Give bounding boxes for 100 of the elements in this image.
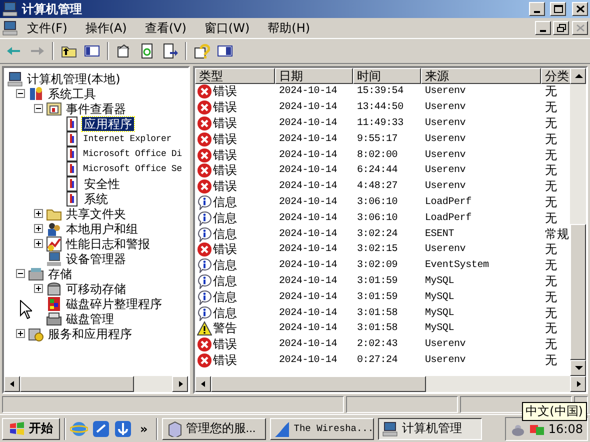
menu-item[interactable]: 帮助(H) <box>258 18 320 38</box>
expander-icon[interactable] <box>16 329 25 338</box>
log-icon <box>64 190 80 206</box>
refresh-icon[interactable] <box>139 43 155 59</box>
tree-item[interactable]: 磁盘管理 <box>64 312 116 326</box>
scrollbar-thumb[interactable] <box>570 224 586 360</box>
anchor-icon[interactable] <box>114 420 132 438</box>
event-source: Userenv <box>425 181 466 192</box>
taskbar-button[interactable]: 管理您的服... <box>162 418 266 440</box>
horizontal-scrollbar[interactable] <box>4 376 188 392</box>
tree-item[interactable]: 计算机管理(本地) <box>25 72 122 86</box>
tree-item[interactable]: 设备管理器 <box>64 252 128 266</box>
error-icon <box>197 242 212 258</box>
menu-item[interactable]: 操作(A) <box>76 18 136 38</box>
taskbar-button[interactable]: 计算机管理 <box>378 418 482 440</box>
restore-button[interactable] <box>553 21 569 35</box>
expander-icon[interactable] <box>16 269 25 278</box>
expander-icon[interactable] <box>34 239 43 248</box>
tree-item[interactable]: 安全性 <box>82 176 122 190</box>
info-icon <box>197 258 212 274</box>
tree-item[interactable]: 系统 <box>82 192 110 206</box>
warning-icon <box>197 321 212 336</box>
event-time: 11:49:33 <box>357 118 404 129</box>
expander-icon[interactable] <box>34 284 43 293</box>
export-icon[interactable] <box>162 43 178 59</box>
event-time: 3:01:58 <box>357 308 398 319</box>
desktop-icon[interactable] <box>92 420 110 438</box>
tree-item[interactable]: 应用程序 <box>82 116 134 130</box>
more-button[interactable]: » <box>136 422 152 436</box>
computer-icon <box>46 250 62 266</box>
scrollbar-thumb[interactable] <box>211 376 426 392</box>
tree-item[interactable]: 共享文件夹 <box>64 206 128 220</box>
maximize-icon <box>554 5 562 13</box>
event-category: 无 <box>545 194 557 209</box>
language-tooltip: 中文(中国) <box>522 402 587 421</box>
close-button[interactable] <box>572 2 588 16</box>
event-type: 错误 <box>213 241 237 258</box>
start-button[interactable]: 开始 <box>2 418 60 440</box>
maximize-button[interactable] <box>550 2 566 16</box>
menu-item[interactable]: 查看(V) <box>136 18 196 38</box>
column-header[interactable]: 类型 <box>195 68 275 84</box>
users-icon <box>46 220 62 236</box>
server-icon <box>166 420 182 436</box>
event-type: 错误 <box>213 83 237 100</box>
expander-icon[interactable] <box>34 209 43 218</box>
restore-icon <box>556 24 566 32</box>
event-category: 无 <box>545 321 557 336</box>
help-icon[interactable] <box>194 43 210 59</box>
column-header[interactable]: 来源 <box>421 68 541 84</box>
expander-icon[interactable] <box>34 224 43 233</box>
tree-item[interactable]: 系统工具 <box>46 86 98 100</box>
log-icon <box>64 116 80 132</box>
tree-item[interactable]: 性能日志和警报 <box>64 236 152 250</box>
tree-item[interactable]: 服务和应用程序 <box>46 326 134 340</box>
expander-icon[interactable] <box>34 104 43 113</box>
event-source: MySQL <box>425 292 454 303</box>
event-source: Userenv <box>425 165 466 176</box>
menu-item[interactable]: 文件(F) <box>18 18 76 38</box>
event-type: 警告 <box>213 320 237 338</box>
tree-item[interactable]: Microsoft Office Se <box>82 162 183 176</box>
error-icon <box>197 163 212 178</box>
column-header[interactable]: 时间 <box>353 68 421 84</box>
expander-icon[interactable] <box>16 89 25 98</box>
event-category: 无 <box>545 306 557 320</box>
event-type: 错误 <box>213 146 237 164</box>
event-type: 错误 <box>213 99 237 116</box>
event-category: 无 <box>545 84 557 98</box>
event-category: 无 <box>545 116 557 130</box>
error-icon <box>197 116 212 131</box>
event-type: 信息 <box>213 226 237 243</box>
vertical-scrollbar[interactable] <box>570 68 586 376</box>
event-date: 2024-10-14 <box>279 102 338 114</box>
tree-item[interactable]: 存储 <box>46 266 74 280</box>
chart-icon <box>46 236 62 252</box>
horizontal-scrollbar[interactable] <box>195 376 586 392</box>
log-icon <box>64 176 80 192</box>
scrollbar-thumb[interactable] <box>20 376 134 392</box>
taskbar-button[interactable]: The Wiresha... <box>270 418 374 440</box>
close-button[interactable] <box>572 21 588 35</box>
log-icon <box>64 130 80 146</box>
event-source: Userenv <box>425 244 466 256</box>
minimize-button[interactable] <box>529 2 545 16</box>
tree-item[interactable]: 磁盘碎片整理程序 <box>64 296 164 310</box>
drive-icon <box>46 310 62 326</box>
panel-icon[interactable] <box>84 43 100 59</box>
menu-item[interactable]: 窗口(W) <box>195 18 259 38</box>
event-time: 3:02:15 <box>357 244 398 256</box>
column-header[interactable]: 分类 <box>541 68 570 84</box>
event-source: Userenv <box>425 354 466 366</box>
tree-item[interactable]: Internet Explorer <box>82 132 172 146</box>
tree-item[interactable]: 可移动存储 <box>64 282 128 296</box>
tree-item[interactable]: Microsoft Office Di <box>82 146 183 160</box>
info-icon <box>197 306 212 321</box>
event-source: LoadPerf <box>425 196 472 208</box>
panel-icon[interactable] <box>217 43 233 59</box>
properties-icon[interactable] <box>116 43 132 59</box>
tree-item[interactable]: 事件查看器 <box>64 102 128 116</box>
minimize-button[interactable] <box>535 21 551 35</box>
tree-item[interactable]: 本地用户和组 <box>64 222 140 236</box>
column-header[interactable]: 日期 <box>275 68 353 84</box>
